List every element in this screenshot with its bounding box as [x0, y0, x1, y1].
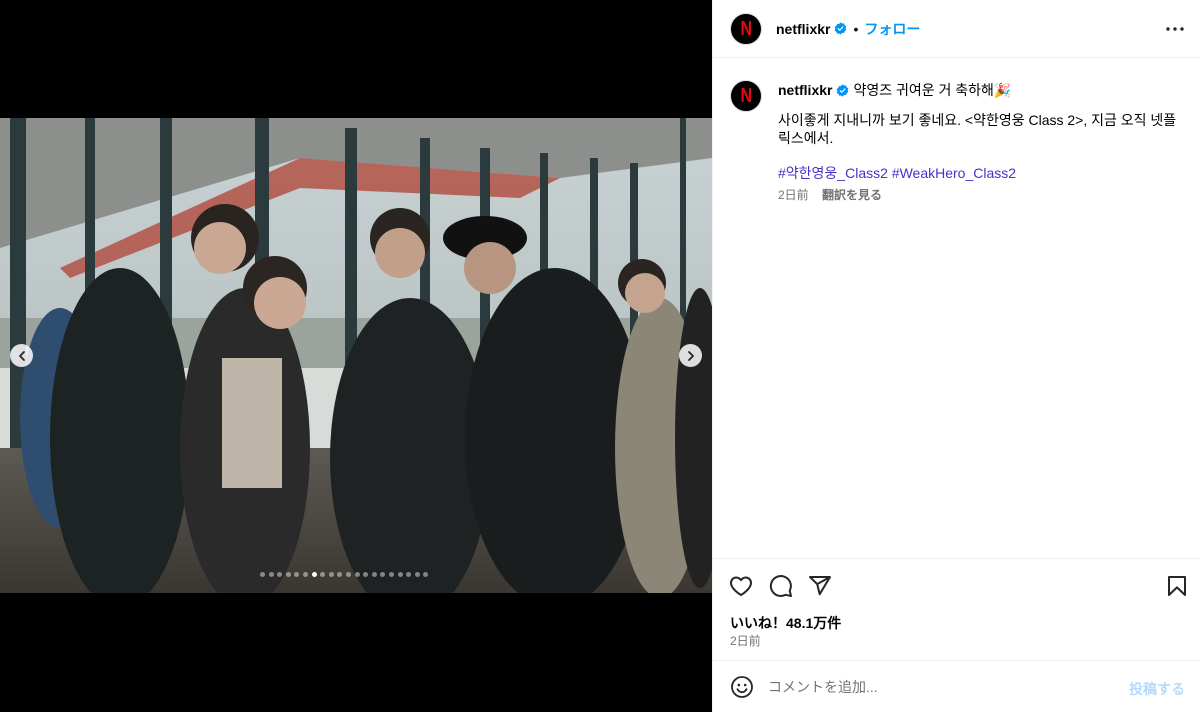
caption-text: 약영즈 귀여운 거 축하해🎉	[853, 82, 1012, 98]
comment-bar: 投稿する	[713, 660, 1200, 712]
hashtags: #약한영웅_Class2 #WeakHero_Class2	[778, 164, 1190, 182]
previous-slide-button[interactable]	[10, 344, 33, 367]
slide-dot	[320, 572, 326, 577]
verified-badge-icon	[835, 22, 847, 35]
avatar-logo: N	[740, 17, 752, 40]
more-options-icon	[1166, 27, 1184, 31]
slide-dot	[337, 572, 343, 577]
caption-timestamp[interactable]: 2日前	[778, 188, 809, 202]
username-link[interactable]: netflixkr	[776, 21, 830, 37]
slide-dot	[406, 572, 412, 577]
heart-icon[interactable]	[729, 574, 753, 598]
avatar-logo: N	[740, 85, 752, 107]
slide-dot	[354, 572, 360, 577]
slide-dot	[277, 572, 283, 577]
slide-dot	[302, 572, 308, 577]
emoji-icon[interactable]	[730, 675, 754, 699]
post-timestamp[interactable]: 2日前	[730, 632, 761, 649]
bookmark-icon[interactable]	[1165, 574, 1189, 598]
header-separator: •	[853, 20, 859, 37]
see-translation-button[interactable]: 翻訳を見る	[822, 188, 882, 202]
slide-dot	[328, 572, 334, 577]
slide-dot	[294, 572, 300, 577]
chevron-right-icon	[687, 350, 694, 361]
slide-dot	[380, 572, 386, 577]
avatar[interactable]: N	[730, 12, 762, 45]
more-options-button[interactable]	[1165, 19, 1185, 39]
post-comment-button[interactable]: 投稿する	[1129, 679, 1185, 699]
follow-button[interactable]: フォロー	[864, 19, 920, 39]
caption-body: 사이좋게 지내니까 보기 좋네요. <약한영웅 Class 2>, 지금 오직 …	[778, 112, 1177, 146]
hashtag-link[interactable]: #약한영웅_Class2	[778, 165, 888, 181]
slide-dot	[268, 572, 274, 577]
caption-avatar[interactable]: N	[730, 80, 762, 112]
comment-input[interactable]	[768, 678, 1108, 695]
post-actions	[713, 558, 1200, 662]
slide-dot	[388, 572, 394, 577]
slide-dot	[345, 572, 351, 577]
caption-meta: 2日前 翻訳を見る	[778, 186, 1190, 204]
slide-dot	[363, 572, 369, 577]
next-slide-button[interactable]	[679, 344, 702, 367]
comment-icon[interactable]	[769, 574, 793, 598]
slide-dot	[285, 572, 291, 577]
caption-username-link[interactable]: netflixkr	[778, 81, 832, 99]
slide-dot	[414, 572, 420, 577]
slide-indicator	[260, 572, 429, 577]
share-icon[interactable]	[808, 574, 832, 598]
post-side-panel: N netflixkr • フォロー N netflixkr 약영즈 귀여운 거…	[712, 0, 1200, 712]
slide-dot	[423, 572, 429, 577]
hashtag-link[interactable]: #WeakHero_Class2	[892, 165, 1016, 181]
slide-dot	[371, 572, 377, 577]
slide-dot	[397, 572, 403, 577]
slide-dot	[311, 572, 317, 577]
media-viewer	[0, 0, 712, 712]
slide-dot	[260, 572, 265, 577]
photo-illustration	[0, 118, 712, 593]
like-count[interactable]: いいね！48.1万件	[730, 613, 841, 633]
post-caption: N netflixkr 약영즈 귀여운 거 축하해🎉 사이좋게 지내니까 보기 …	[730, 78, 1190, 204]
chevron-left-icon	[18, 350, 25, 361]
verified-badge-icon	[837, 83, 849, 97]
post-header: N netflixkr • フォロー	[713, 0, 1200, 58]
post-photo[interactable]	[0, 118, 712, 593]
